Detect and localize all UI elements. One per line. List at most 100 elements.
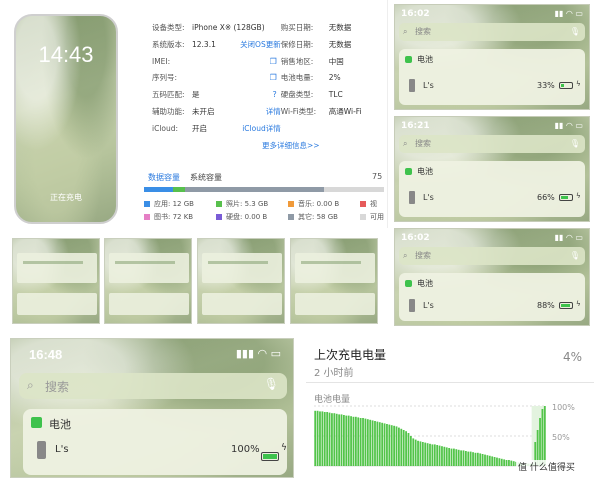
search-bar[interactable]: ⌕ 搜索 🎙 [19,373,287,399]
battery-bar [448,448,451,466]
battery-bar [426,443,429,466]
info-key: 系统版本: [152,39,185,49]
battery-percent: 100% [231,444,260,455]
battery-bar [476,452,479,466]
info-link[interactable]: iCloud详情 [242,121,281,138]
battery-bar [390,425,393,466]
legend-label: 视 [370,200,377,209]
search-icon: ⌕ [403,139,408,148]
charging-region [531,406,546,466]
info-value: 无数据 [328,39,352,49]
battery-bar [431,444,434,466]
y-tick-label: 50% [552,433,570,442]
battery-bar [364,418,367,466]
info-key: 购买日期: [280,23,314,32]
battery-bar [467,451,470,466]
microphone-icon[interactable]: 🎙 [570,135,580,153]
battery-bar [378,422,381,466]
info-cell: 电池电量: 2% [281,70,388,87]
legend-swatch [288,213,294,220]
status-icons: ▮▮ ◠ ▭ [554,233,583,242]
search-bar[interactable]: ⌕ 搜索 🎙 [399,135,585,153]
divider [306,382,594,383]
info-link[interactable]: 详情 [266,104,281,121]
info-key: 硬盘类型: [280,90,314,100]
battery-bar [350,416,352,466]
info-key: 辅助功能: [152,106,185,116]
phone-icon [409,299,415,312]
microphone-icon[interactable]: 🎙 [570,247,580,265]
battery-bar [414,439,417,466]
battery-bar [472,452,474,466]
search-icon: ⌕ [403,251,408,260]
thumb-card [202,293,282,315]
thumb-line [208,261,268,264]
lock-screen-time: 14:43 [38,42,94,67]
info-value: 开启 [192,123,207,133]
info-key: iCloud: [152,123,179,133]
battery-bar [409,436,412,466]
capacity-bar [144,187,384,192]
thumb-card [202,253,282,283]
info-value: 未开启 [192,106,215,116]
more-details-link[interactable]: 更多详细信息>> [262,140,320,151]
battery-fill [561,84,565,87]
tab-system-capacity[interactable]: 系统容量 [190,172,222,183]
battery-bar [441,446,443,466]
info-key: IMEI: [152,56,171,66]
battery-bar [333,413,336,466]
search-bar[interactable]: ⌕ 搜索 🎙 [399,247,585,265]
legend-swatch [288,201,294,208]
copy-icon[interactable]: ❐ [270,54,277,71]
microphone-icon[interactable]: 🎙 [570,23,580,41]
capacity-total: 75 [372,172,383,181]
battery-bar [386,424,388,466]
info-key: 电池电量: [280,73,314,83]
charging-bolt-icon: ϟ [281,443,287,453]
legend-swatch [216,201,222,208]
device-label: L's [423,193,434,202]
battery-bar [436,445,439,466]
microphone-icon[interactable]: 🎙 [264,377,279,391]
info-cell: 购买日期: 无数据 [281,20,388,37]
info-value: TLC [328,90,343,100]
battery-bar [374,421,376,466]
copy-icon[interactable]: ❐ [270,70,277,87]
battery-app-icon [405,280,412,287]
battery-bar [345,415,348,466]
battery-bar [429,443,431,466]
battery-bar [488,455,491,466]
search-placeholder: 搜索 [415,27,431,36]
search-bar[interactable]: ⌕ 搜索 🎙 [399,23,585,41]
legend-label: 照片: 5.3 GB [226,200,269,209]
search-placeholder: 搜索 [415,251,431,260]
battery-card: 电池 L's 66% ϟ [399,161,585,217]
battery-bar [424,442,427,466]
capacity-tabs: 数据容量 系统容量 [148,172,222,183]
battery-bar [388,424,391,466]
legend-row: 图书: 72 KB 硬盘: 0.00 B 其它: 58 GB 可用 [144,211,384,224]
battery-bar [376,421,379,466]
charging-bolt-icon: ϟ [576,192,581,200]
legend-item: 照片: 5.3 GB [216,199,288,209]
battery-bar [481,454,484,466]
info-link[interactable]: 关闭OS更新 [240,37,281,54]
last-charge-title: 上次充电电量 [314,348,387,362]
lock-screen-preview: 14:43 正在充电 [14,14,118,224]
battery-widget-screenshot: 16:02 ▮▮ ◠ ▭ ⌕ 搜索 🎙 电池 L's 88% ϟ [394,228,590,326]
battery-bar [484,454,486,466]
battery-bar [433,444,436,466]
copy-icon[interactable]: ? [272,87,276,104]
device-info-panel: 14:43 正在充电 设备类型: iPhone X※ (128GB) 购买日期: 无数… [0,0,388,228]
battery-icon [559,302,573,309]
device-label: L's [423,301,434,310]
battery-app-icon [405,56,412,63]
widget-thumbnail [197,238,285,324]
charging-bolt-icon: ϟ [576,300,581,308]
capacity-photos [172,187,185,192]
info-cell: 五码匹配: 是? [152,87,281,104]
info-row: 序列号: ❐ 电池电量: 2% [152,70,388,87]
battery-bar [398,427,400,466]
tab-data-capacity[interactable]: 数据容量 [148,172,180,183]
battery-bar [510,460,513,466]
